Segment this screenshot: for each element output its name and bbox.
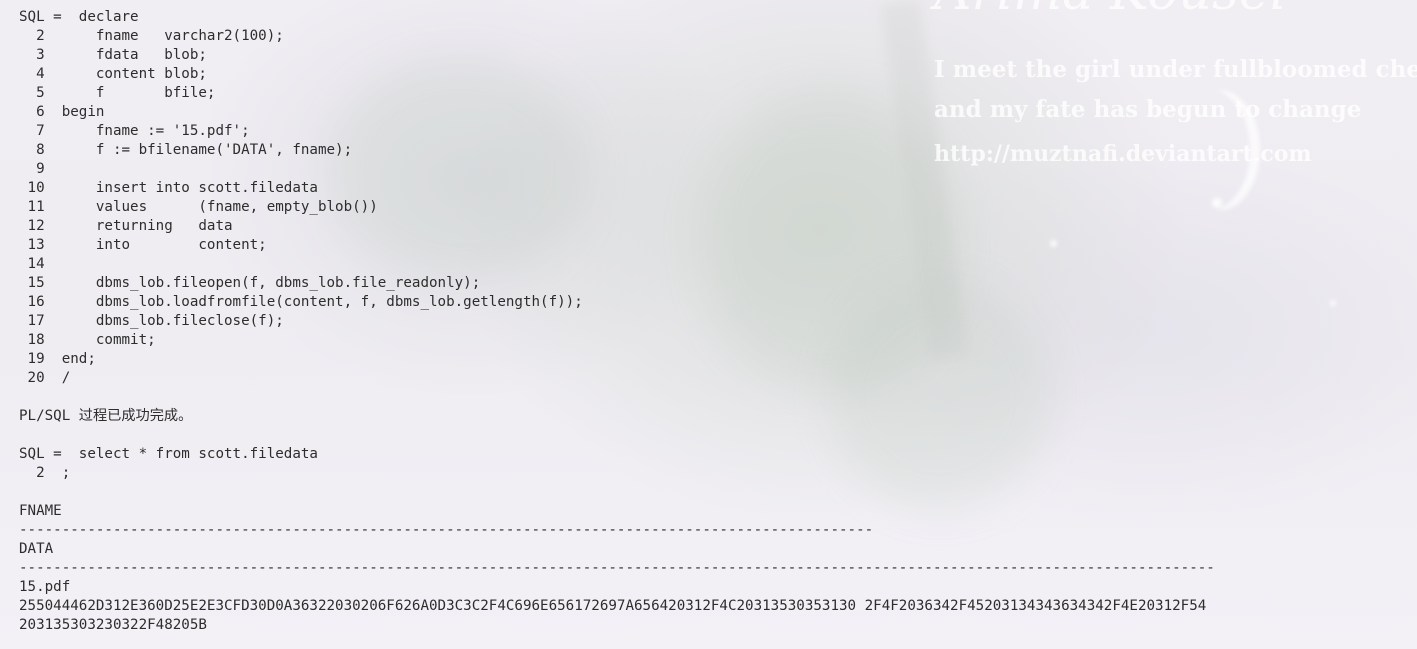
code-line: 6 begin	[19, 104, 105, 120]
column-separator: ----------------------------------------…	[19, 522, 874, 538]
sql-prompt-line: SQL = declare	[19, 9, 139, 25]
code-line: 4 content blob;	[19, 66, 207, 82]
code-line: 8 f := bfilename('DATA', fname);	[19, 142, 353, 158]
sqlplus-terminal-output[interactable]: SQL = declare 2 fname varchar2(100); 3 f…	[19, 8, 1215, 635]
status-message: PL/SQL 过程已成功完成。	[19, 408, 193, 424]
code-line: 18 commit;	[19, 332, 156, 348]
code-line: 19 end;	[19, 351, 96, 367]
code-line: 11 values (fname, empty_blob())	[19, 199, 378, 215]
code-line: 14	[19, 256, 45, 272]
code-line: 5 f bfile;	[19, 85, 216, 101]
result-data-value: 203135303230322F48205B	[19, 617, 207, 633]
code-line: 3 fdata blob;	[19, 47, 207, 63]
code-line: 12 returning data	[19, 218, 233, 234]
code-line: 2 fname varchar2(100);	[19, 28, 284, 44]
result-data-value: 255044462D312E360D25E2E3CFD30D0A36322030…	[19, 598, 1207, 614]
sql-prompt-line: SQL = select * from scott.filedata	[19, 446, 318, 462]
column-header-fname: FNAME	[19, 503, 62, 519]
result-fname-value: 15.pdf	[19, 579, 71, 595]
code-line: 16 dbms_lob.loadfromfile(content, f, dbm…	[19, 294, 583, 310]
code-line: 20 /	[19, 370, 71, 386]
code-line: 10 insert into scott.filedata	[19, 180, 318, 196]
column-header-data: DATA	[19, 541, 54, 557]
code-line: 13 into content;	[19, 237, 267, 253]
code-line: 17 dbms_lob.fileclose(f);	[19, 313, 284, 329]
wallpaper-sparkle	[1330, 300, 1336, 306]
code-line: 15 dbms_lob.fileopen(f, dbms_lob.file_re…	[19, 275, 481, 291]
code-line: 7 fname := '15.pdf';	[19, 123, 250, 139]
column-separator: ----------------------------------------…	[19, 560, 1215, 576]
code-line: 2 ;	[19, 465, 71, 481]
code-line: 9	[19, 161, 45, 177]
